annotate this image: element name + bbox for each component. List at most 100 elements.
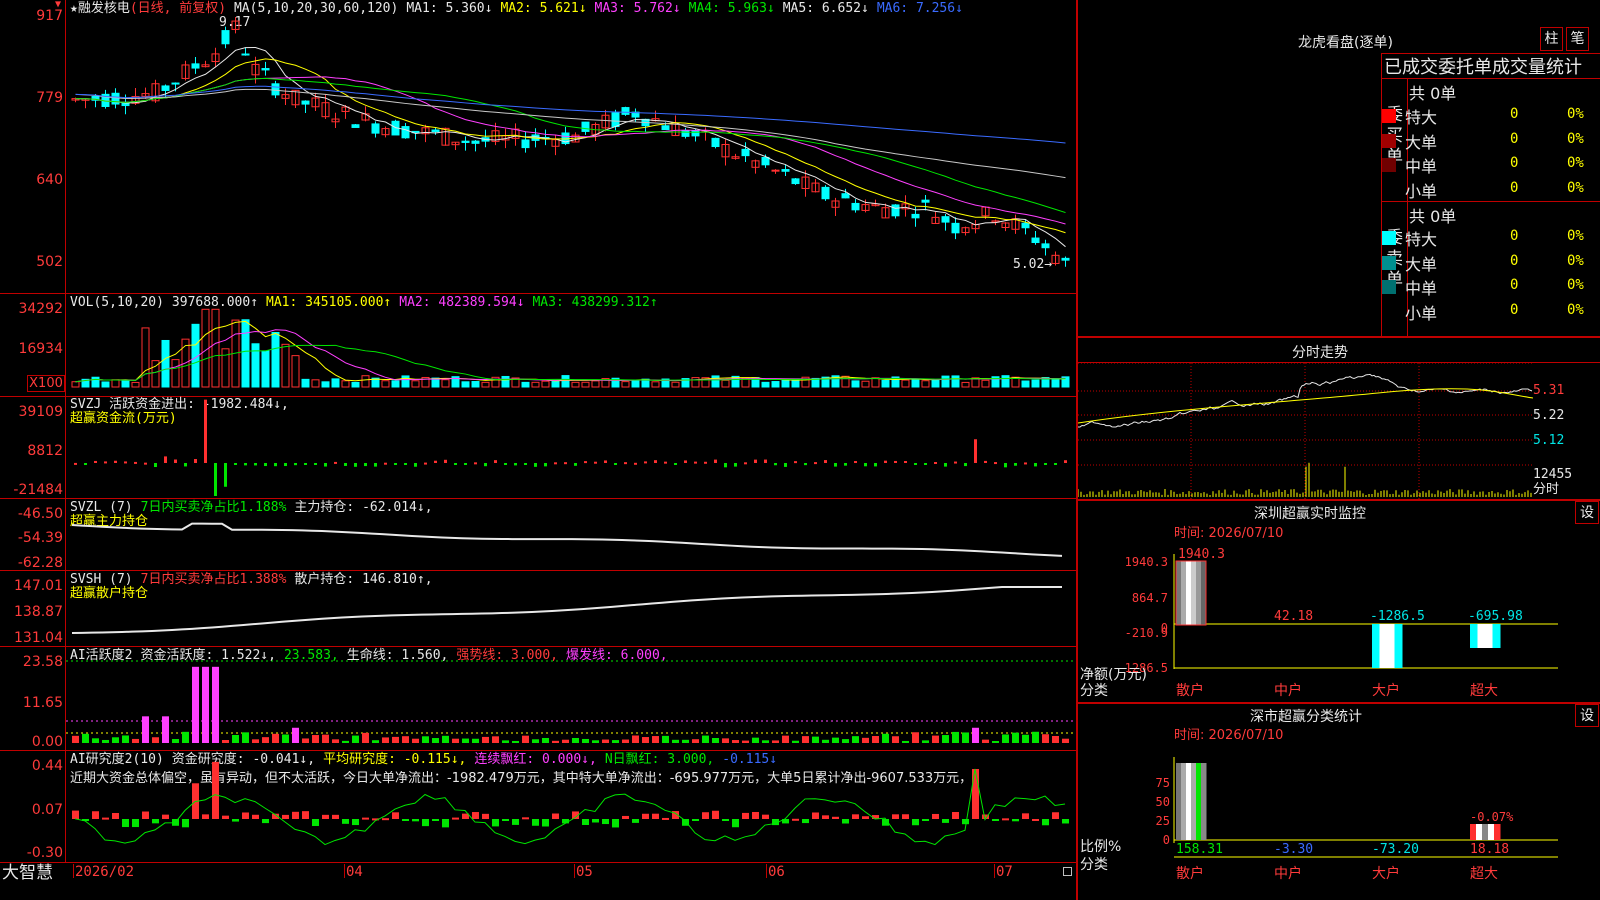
activity-bar (562, 739, 569, 743)
candle (521, 139, 530, 149)
brand-label: 大智慧 (2, 863, 53, 883)
volume-bar (281, 343, 290, 388)
classify-settings-button[interactable]: 设 (1575, 704, 1599, 727)
candle (1031, 237, 1040, 244)
research-bar (252, 814, 259, 819)
ai2-tick: 0.44 (31, 758, 63, 774)
candle (911, 213, 920, 219)
fund-bar (234, 463, 237, 465)
fund-bar (874, 463, 877, 467)
fund-bar (424, 462, 427, 465)
sell-total: 共 0单 (1409, 207, 1457, 226)
bar-big (1394, 624, 1403, 668)
activity-bar (442, 735, 449, 743)
ma-line-6 (75, 85, 1066, 144)
volume-bar (901, 379, 910, 388)
monitor-axis-cat: 分类 (1080, 683, 1108, 699)
activity-bar (1042, 734, 1049, 743)
activity-bar (652, 736, 659, 743)
activity-bar (402, 736, 409, 743)
activity-bar (362, 732, 369, 743)
volume-bar (621, 381, 630, 388)
lock-icon[interactable] (1063, 867, 1072, 876)
bar-toggle-button[interactable]: 柱 (1540, 27, 1563, 51)
research-bar (482, 813, 489, 819)
bar-super (1488, 824, 1495, 840)
activity-bar (122, 735, 129, 743)
fund-bar (604, 460, 607, 463)
research-bar (732, 819, 739, 828)
research-bar (702, 812, 709, 819)
price-tick: 779 (36, 90, 63, 106)
fund-bar (754, 459, 757, 463)
fund-bar (474, 462, 477, 465)
classify-axis-title: 比例% (1080, 839, 1121, 855)
vol-ma-line (75, 329, 1066, 383)
volume-bar (1001, 375, 1010, 388)
research-bar (652, 813, 659, 819)
fund-bar (904, 461, 907, 464)
research-line (74, 768, 1066, 846)
fund-bar (594, 461, 597, 464)
research-bar (1032, 818, 1039, 821)
ma-line-3 (75, 76, 1066, 225)
classify-tick: 25 (1156, 814, 1170, 828)
activity-bar (812, 736, 819, 743)
research-bar (912, 819, 919, 826)
research-bar (962, 819, 969, 825)
bar-retail (1186, 561, 1192, 625)
activity-bar (492, 736, 499, 743)
research-bar (1052, 812, 1059, 819)
fund-bar (304, 463, 307, 465)
ai2-tick: 0.07 (31, 802, 63, 818)
bar-super (1485, 624, 1493, 648)
fund-bar (344, 463, 347, 466)
activity-bar (342, 740, 349, 743)
activity-bar (712, 737, 719, 743)
activity-bar (992, 740, 999, 743)
candle (271, 83, 280, 96)
fund-bar (984, 460, 987, 463)
monitor-settings-button[interactable]: 设 (1575, 501, 1599, 524)
volume-bar (211, 308, 220, 388)
research-bar (522, 817, 529, 820)
fund-bar (634, 462, 637, 465)
fund-bar (354, 463, 357, 467)
monitor-value: -695.98 (1468, 609, 1523, 624)
volume-bar (381, 380, 390, 388)
row-count: 0 (1510, 130, 1519, 147)
activity-bar (352, 735, 359, 743)
volume-bar (1031, 379, 1040, 388)
research-bar (432, 819, 439, 821)
fund-bar (834, 463, 837, 467)
volume-bar (251, 343, 260, 388)
intraday-chart[interactable] (1078, 363, 1533, 499)
monitor-category: 大户 (1372, 682, 1400, 699)
volume-bar (301, 378, 310, 388)
volume-bar (951, 375, 960, 388)
bar-super (1476, 824, 1483, 840)
bar-big (1387, 624, 1395, 668)
date-tick (344, 864, 345, 878)
activity-bar (272, 733, 279, 743)
research-bar (162, 814, 169, 819)
fund-bar (114, 460, 117, 463)
row-name: 特大 (1405, 108, 1438, 127)
activity-bar (262, 737, 269, 743)
bar-super (1470, 624, 1478, 648)
research-bar (1042, 819, 1049, 826)
unit-button[interactable]: X100 (27, 375, 65, 392)
fund-bar (504, 463, 507, 465)
volume-bar (461, 381, 470, 388)
research-bar (582, 819, 589, 825)
research-bar (952, 812, 959, 819)
main-chart-area[interactable]: ★融发核电(日线, 前复权) MA(5,10,20,30,60,120) MA1:… (0, 0, 1078, 900)
fund-bar (454, 463, 457, 465)
activity-bar (692, 739, 699, 743)
fund-bar (184, 463, 187, 467)
price-tick: 640 (36, 172, 63, 188)
candlestick-chart[interactable] (66, 0, 1076, 293)
pen-toggle-button[interactable]: 笔 (1566, 27, 1589, 51)
fund-bar (374, 463, 377, 467)
activity-bar (512, 740, 519, 743)
